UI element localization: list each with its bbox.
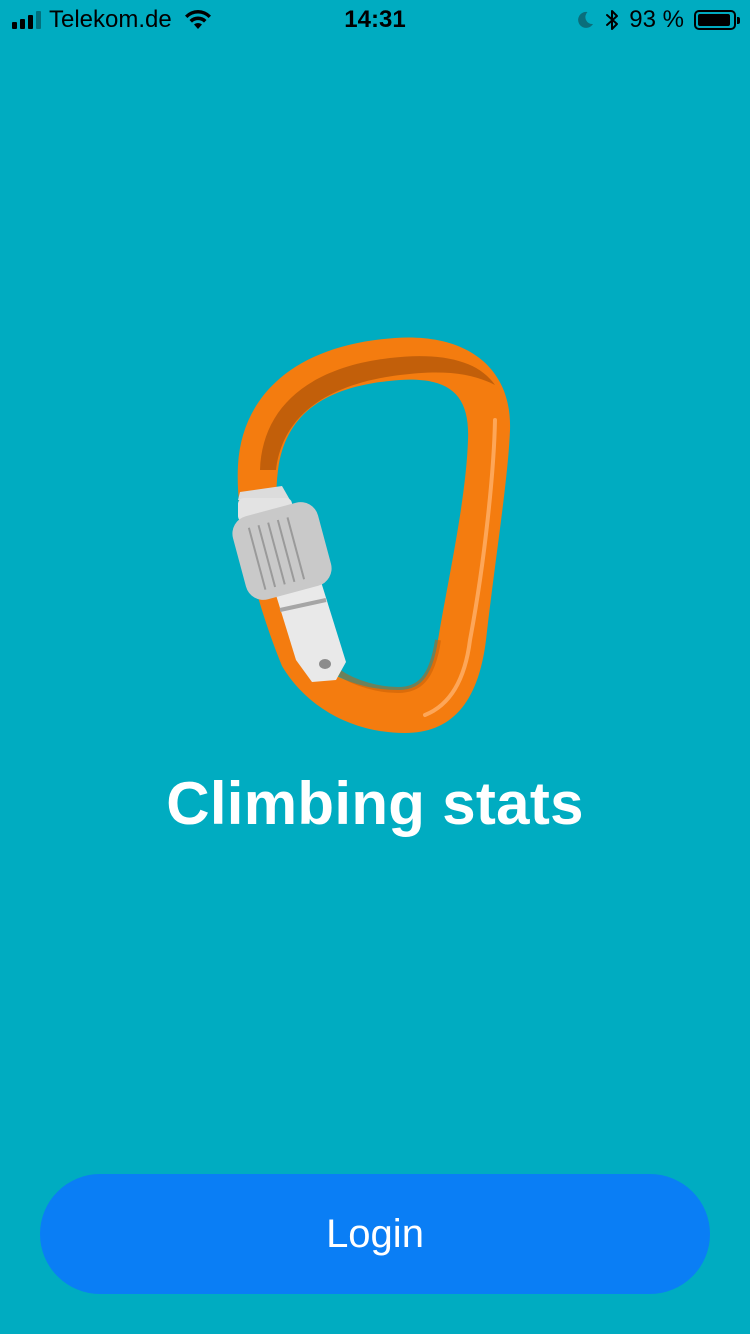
status-bar-right: 93 % <box>575 0 740 40</box>
battery-fill <box>698 14 730 26</box>
moon-icon <box>578 11 594 28</box>
bluetooth-icon <box>606 10 619 30</box>
app-logo <box>225 330 525 740</box>
battery-icon <box>694 10 740 30</box>
login-screen: Telekom.de 14:31 93 % Climbing stats Log… <box>0 0 750 1334</box>
app-title: Climbing stats <box>166 770 584 837</box>
login-button[interactable]: Login <box>40 1174 710 1294</box>
battery-percentage: 93 % <box>629 6 684 33</box>
status-bar: Telekom.de 14:31 93 % <box>0 0 750 40</box>
login-button-label: Login <box>326 1211 424 1256</box>
carabiner-icon <box>232 337 511 733</box>
